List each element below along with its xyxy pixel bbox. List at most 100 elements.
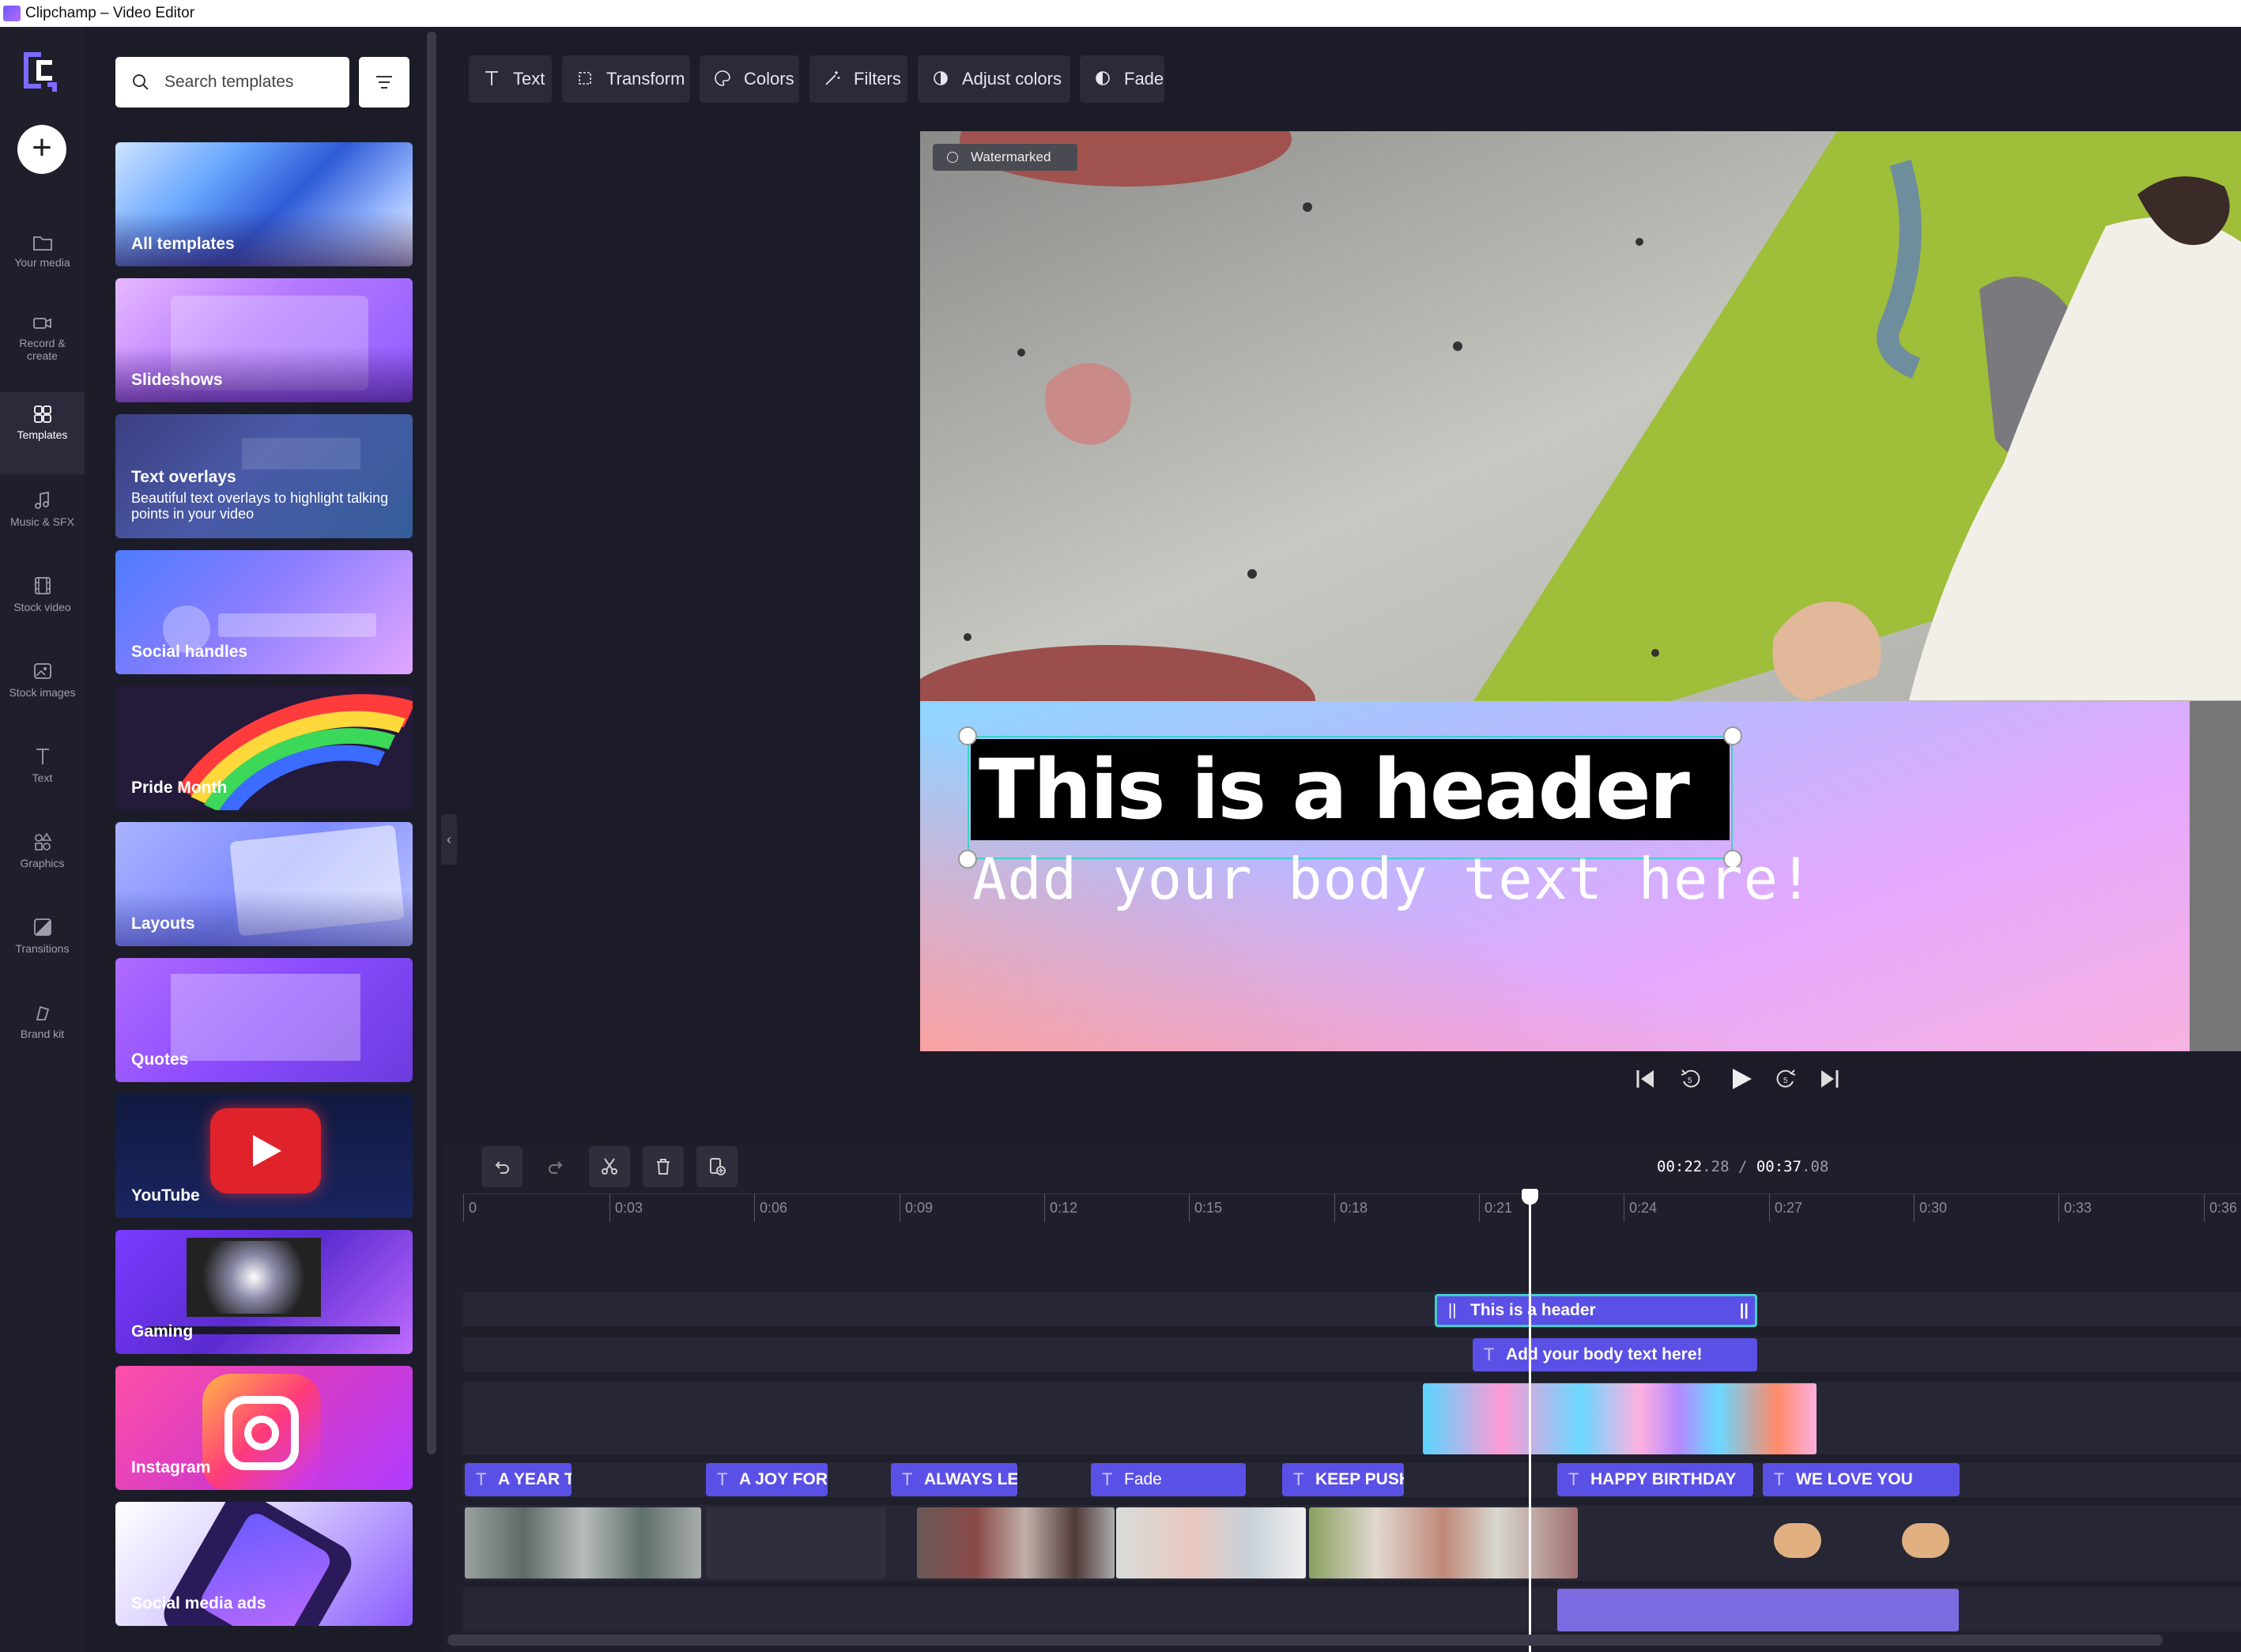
timeline-clip-video[interactable] [1309,1507,1578,1578]
trash-icon [657,1159,670,1175]
add-media-button[interactable] [696,1146,738,1187]
redo-icon [549,1161,563,1174]
transform-tool-button[interactable]: Transform [562,55,690,103]
delete-button[interactable] [643,1146,684,1187]
colors-tool-button[interactable]: Colors [700,55,799,103]
rail-item-graphics[interactable]: Graphics [0,819,85,901]
info-icon [947,152,958,163]
brand-kit-icon [36,1005,49,1020]
timeline-clip-title[interactable]: T WE LOVE YOU [1763,1463,1960,1496]
text-selection-box[interactable] [968,736,1733,859]
template-card-text-overlays[interactable]: Text overlays Beautiful text overlays to… [115,414,413,538]
shapes-icon [34,832,51,851]
timeline-clip-title[interactable]: T A YEAR TO [465,1463,572,1496]
templates-grid-icon [33,405,51,423]
rail-item-transitions[interactable]: Transitions [0,904,85,986]
skip-to-end-icon[interactable] [1818,1067,1840,1091]
tool-label: Fade [1124,69,1164,89]
timeline-clip-emoji-sticker[interactable] [1763,1507,1960,1578]
template-card-social-media-ads[interactable]: Social media ads [115,1502,413,1626]
filters-tool-button[interactable]: Filters [809,55,907,103]
playhead-handle[interactable] [1522,1189,1538,1205]
ruler-tick: 0:24 [1624,1194,1657,1222]
current-time-fraction: .28 [1702,1158,1730,1175]
template-card-quotes[interactable]: Quotes [115,958,413,1082]
clip-label: KEEP PUSHI [1315,1470,1404,1488]
timeline-clip-audio[interactable] [1557,1589,1959,1631]
image-icon [33,663,51,679]
hands-sticker-shape [1902,1523,1949,1558]
timeline-clip-title[interactable]: T HAPPY BIRTHDAY [1557,1463,1753,1496]
template-card-all-templates[interactable]: All templates [115,142,413,266]
timeline-clip-video[interactable] [465,1507,701,1578]
rail-item-music-sfx[interactable]: Music & SFX [0,477,85,560]
ruler-tick: 0:09 [900,1194,933,1222]
timeline-clip-title[interactable]: T KEEP PUSHI [1282,1463,1404,1496]
rail-item-templates[interactable]: Templates [0,392,85,474]
collapse-panel-button[interactable]: ‹ [441,814,457,865]
ruler-tick: 0:03 [609,1194,643,1222]
skip-to-start-icon[interactable] [1635,1067,1657,1091]
fade-tool-button[interactable]: Fade [1080,55,1164,103]
create-new-button[interactable]: + [17,125,66,174]
text-t-icon [36,749,49,764]
forward-5-seconds-icon[interactable]: 5 [1774,1067,1798,1091]
camera-icon [32,318,51,329]
timeline-clip-body-text[interactable]: T Add your body text here! [1473,1338,1757,1371]
fade-icon [1096,71,1110,85]
adjust-colors-tool-button[interactable]: Adjust colors [918,55,1070,103]
timeline-clip-video-empty[interactable] [706,1507,886,1578]
timeline-clip-gradient-overlay[interactable] [1423,1383,1817,1454]
text-tool-button[interactable]: Text [469,55,552,103]
panel-scrollbar[interactable] [427,32,436,1454]
preview-body-text[interactable]: Add your body text here! [972,846,1813,912]
rail-item-stock-video[interactable]: Stock video [0,563,85,645]
timeline-clip-video[interactable] [1116,1507,1306,1578]
template-card-slideshows[interactable]: Slideshows [115,278,413,402]
timeline-playhead[interactable] [1529,1190,1531,1652]
rail-item-brand-kit[interactable]: Brand kit [0,990,85,1072]
text-t-icon: T [1774,1469,1785,1489]
split-button[interactable] [589,1146,630,1187]
play-icon[interactable] [1730,1067,1753,1091]
timeline-clip-title[interactable]: T A JOY FOR I [706,1463,828,1496]
template-card-pride-month[interactable]: Pride Month [115,686,413,810]
undo-icon [495,1161,509,1174]
window-title: Clipchamp – Video Editor [25,5,195,21]
rewind-5-seconds-icon[interactable]: 5 [1679,1067,1703,1091]
timeline-clip-video[interactable] [917,1507,1115,1578]
template-card-youtube[interactable]: YouTube [115,1094,413,1218]
clip-trim-handle-left[interactable]: || [1448,1296,1456,1325]
clipchamp-logo-icon[interactable] [17,47,63,93]
rail-item-text[interactable]: Text [0,734,85,816]
rail-label: Graphics [20,857,65,869]
template-card-gaming[interactable]: Gaming [115,1230,413,1354]
template-card-instagram[interactable]: Instagram [115,1366,413,1490]
climbing-wall-scene [920,131,2241,701]
text-t-icon: T [1293,1469,1304,1489]
timeline-clip-title[interactable]: T Fade [1091,1463,1246,1496]
undo-button[interactable] [481,1146,523,1187]
resize-handle-top-right[interactable] [1723,726,1742,745]
total-time: 00:37 [1756,1158,1802,1175]
filter-button[interactable] [359,57,409,107]
resize-handle-top-left[interactable] [958,726,977,745]
timeline-horizontal-scrollbar[interactable] [447,1635,2163,1646]
redo-button[interactable] [535,1146,576,1187]
rail-item-your-media[interactable]: Your media [0,221,85,304]
rail-label: Your media [14,256,70,269]
template-card-social-handles[interactable]: Social handles [115,550,413,674]
card-title: Text overlays [131,468,236,486]
timeline-clip-title[interactable]: T ALWAYS LEA [891,1463,1017,1496]
template-card-layouts[interactable]: Layouts [115,822,413,946]
search-icon [133,74,149,90]
ruler-tick: 0:33 [2058,1194,2092,1222]
search-input[interactable] [163,68,337,96]
search-box[interactable] [115,57,349,107]
card-description: Beautiful text overlays to highlight tal… [131,490,389,522]
contrast-icon [934,71,948,85]
clip-trim-handle-right[interactable]: || [1740,1296,1749,1325]
timeline-clip-header[interactable]: || This is a header || [1435,1294,1757,1327]
rail-item-stock-images[interactable]: Stock images [0,648,85,730]
rail-item-record-create[interactable]: Record & create [0,302,85,384]
